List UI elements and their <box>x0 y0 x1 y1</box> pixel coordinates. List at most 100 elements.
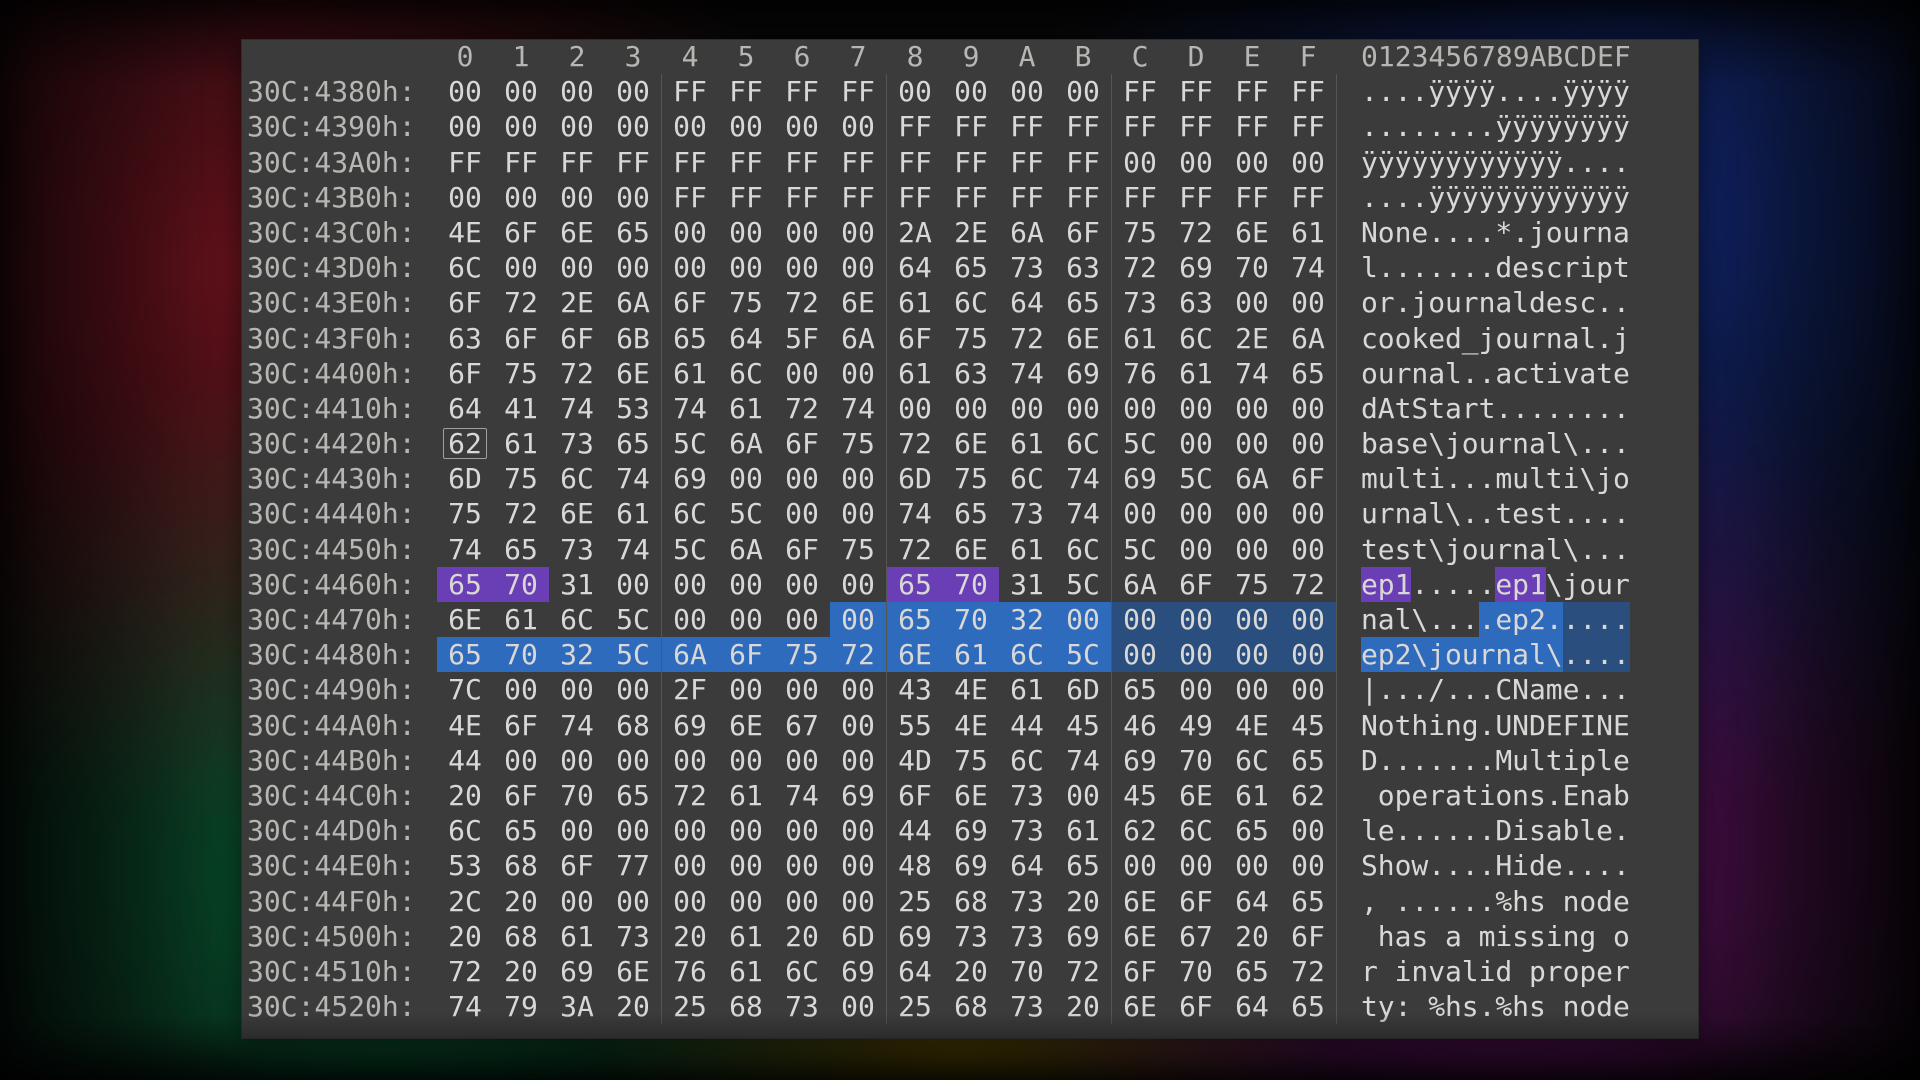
hex-byte[interactable]: 00 <box>662 848 718 883</box>
ascii-char[interactable]: a <box>1529 532 1546 567</box>
ascii-char[interactable]: i <box>1563 461 1580 496</box>
ascii-char[interactable]: _ <box>1462 321 1479 356</box>
ascii-cell[interactable]: r invalid proper <box>1337 954 1630 989</box>
hex-byte[interactable]: 00 <box>1168 391 1224 426</box>
hex-byte[interactable]: 6A <box>1224 461 1280 496</box>
ascii-char[interactable]: . <box>1378 743 1395 778</box>
hex-byte[interactable]: 6C <box>437 250 493 285</box>
hex-byte[interactable]: 6C <box>549 602 605 637</box>
hex-byte[interactable]: 69 <box>943 813 999 848</box>
hex-byte[interactable]: 69 <box>1168 250 1224 285</box>
hex-byte[interactable]: 69 <box>1112 743 1168 778</box>
ascii-char[interactable]: ÿ <box>1613 74 1630 109</box>
hex-byte[interactable]: 48 <box>887 848 943 883</box>
ascii-char[interactable] <box>1428 919 1445 954</box>
ascii-char[interactable]: r <box>1378 285 1395 320</box>
hex-byte[interactable]: 00 <box>774 813 830 848</box>
hex-byte[interactable]: 69 <box>1055 919 1111 954</box>
ascii-char[interactable]: j <box>1411 285 1428 320</box>
hex-byte[interactable]: 64 <box>718 321 774 356</box>
ascii-char[interactable]: l <box>1546 426 1563 461</box>
ascii-char[interactable]: c <box>1512 356 1529 391</box>
hex-row[interactable]: 30C:4470h:6E616C5C0000000065703200000000… <box>241 602 1699 637</box>
ascii-char[interactable]: . <box>1596 637 1613 672</box>
hex-byte[interactable]: 63 <box>1168 285 1224 320</box>
hex-byte[interactable]: 00 <box>605 180 661 215</box>
ascii-cell[interactable]: , ......%hs node <box>1337 884 1630 919</box>
ascii-char[interactable]: H <box>1495 848 1512 883</box>
hex-byte[interactable]: 69 <box>830 954 886 989</box>
hex-byte[interactable]: 65 <box>493 813 549 848</box>
hex-byte[interactable]: 00 <box>830 884 886 919</box>
ascii-char[interactable]: . <box>1546 74 1563 109</box>
ascii-char[interactable]: ÿ <box>1495 109 1512 144</box>
ascii-char[interactable]: A <box>1378 391 1395 426</box>
hex-bytes[interactable]: 6570325C6A6F75726E616C5C00000000 <box>437 637 1337 672</box>
hex-byte[interactable]: 00 <box>1168 602 1224 637</box>
ascii-char[interactable]: . <box>1462 356 1479 391</box>
ascii-char[interactable]: e <box>1428 321 1445 356</box>
hex-byte[interactable]: 62 <box>437 426 493 461</box>
hex-byte[interactable]: 6F <box>1168 884 1224 919</box>
ascii-char[interactable]: r <box>1613 567 1630 602</box>
hex-byte[interactable]: 20 <box>1055 884 1111 919</box>
ascii-char[interactable]: i <box>1479 954 1496 989</box>
hex-byte[interactable]: 00 <box>1112 637 1168 672</box>
ascii-char[interactable]: . <box>1395 74 1412 109</box>
hex-byte[interactable]: 62 <box>1112 813 1168 848</box>
ascii-char[interactable]: o <box>1378 321 1395 356</box>
hex-byte[interactable]: 00 <box>1280 637 1336 672</box>
hex-byte[interactable]: 00 <box>549 180 605 215</box>
ascii-char[interactable]: . <box>1479 109 1496 144</box>
hex-row[interactable]: 30C:44E0h:53686F770000000048696465000000… <box>241 848 1699 883</box>
hex-byte[interactable]: 70 <box>1168 743 1224 778</box>
hex-byte[interactable]: 00 <box>1112 602 1168 637</box>
ascii-char[interactable]: . <box>1445 567 1462 602</box>
ascii-char[interactable]: . <box>1428 884 1445 919</box>
ascii-char[interactable]: . <box>1395 884 1412 919</box>
hex-byte[interactable]: 00 <box>605 884 661 919</box>
hex-byte[interactable]: 00 <box>1224 532 1280 567</box>
hex-byte[interactable]: 00 <box>605 567 661 602</box>
ascii-char[interactable]: n <box>1411 954 1428 989</box>
ascii-char[interactable]: . <box>1479 461 1496 496</box>
hex-byte[interactable]: 00 <box>718 250 774 285</box>
hex-byte[interactable]: 00 <box>1280 848 1336 883</box>
ascii-char[interactable]: . <box>1411 74 1428 109</box>
hex-byte[interactable]: 65 <box>943 250 999 285</box>
hex-byte[interactable]: 74 <box>774 778 830 813</box>
hex-byte[interactable]: 6E <box>830 285 886 320</box>
ascii-char[interactable]: . <box>1479 813 1496 848</box>
hex-byte[interactable]: 73 <box>999 884 1055 919</box>
ascii-char[interactable]: i <box>1495 919 1512 954</box>
ascii-char[interactable]: n <box>1512 532 1529 567</box>
ascii-char[interactable]: . <box>1613 285 1630 320</box>
hex-byte[interactable]: 00 <box>830 356 886 391</box>
hex-byte[interactable]: 69 <box>662 461 718 496</box>
ascii-char[interactable]: . <box>1445 461 1462 496</box>
hex-byte[interactable]: 70 <box>549 778 605 813</box>
ascii-cell[interactable]: ........ÿÿÿÿÿÿÿÿ <box>1337 109 1630 144</box>
hex-byte[interactable]: 6F <box>718 637 774 672</box>
hex-byte[interactable]: 68 <box>493 919 549 954</box>
ascii-char[interactable]: n <box>1479 285 1496 320</box>
ascii-char[interactable]: e <box>1613 743 1630 778</box>
ascii-char[interactable]: \ <box>1428 426 1445 461</box>
ascii-char[interactable]: . <box>1411 567 1428 602</box>
hex-byte[interactable]: 00 <box>718 461 774 496</box>
hex-byte[interactable]: 00 <box>774 884 830 919</box>
hex-byte[interactable]: 79 <box>493 989 549 1024</box>
ascii-cell[interactable]: urnal\..test.... <box>1337 496 1630 531</box>
ascii-char[interactable]: h <box>1512 989 1529 1024</box>
ascii-char[interactable]: t <box>1361 532 1378 567</box>
hex-byte[interactable]: 6A <box>662 637 718 672</box>
hex-byte[interactable]: 00 <box>774 567 830 602</box>
hex-byte[interactable]: 00 <box>1055 391 1111 426</box>
ascii-char[interactable]: u <box>1445 285 1462 320</box>
hex-byte[interactable]: 00 <box>774 602 830 637</box>
ascii-char[interactable]: . <box>1445 884 1462 919</box>
ascii-char[interactable]: i <box>1579 250 1596 285</box>
ascii-char[interactable]: a <box>1445 391 1462 426</box>
ascii-char[interactable]: p <box>1579 743 1596 778</box>
ascii-cell[interactable]: Show....Hide.... <box>1337 848 1630 883</box>
